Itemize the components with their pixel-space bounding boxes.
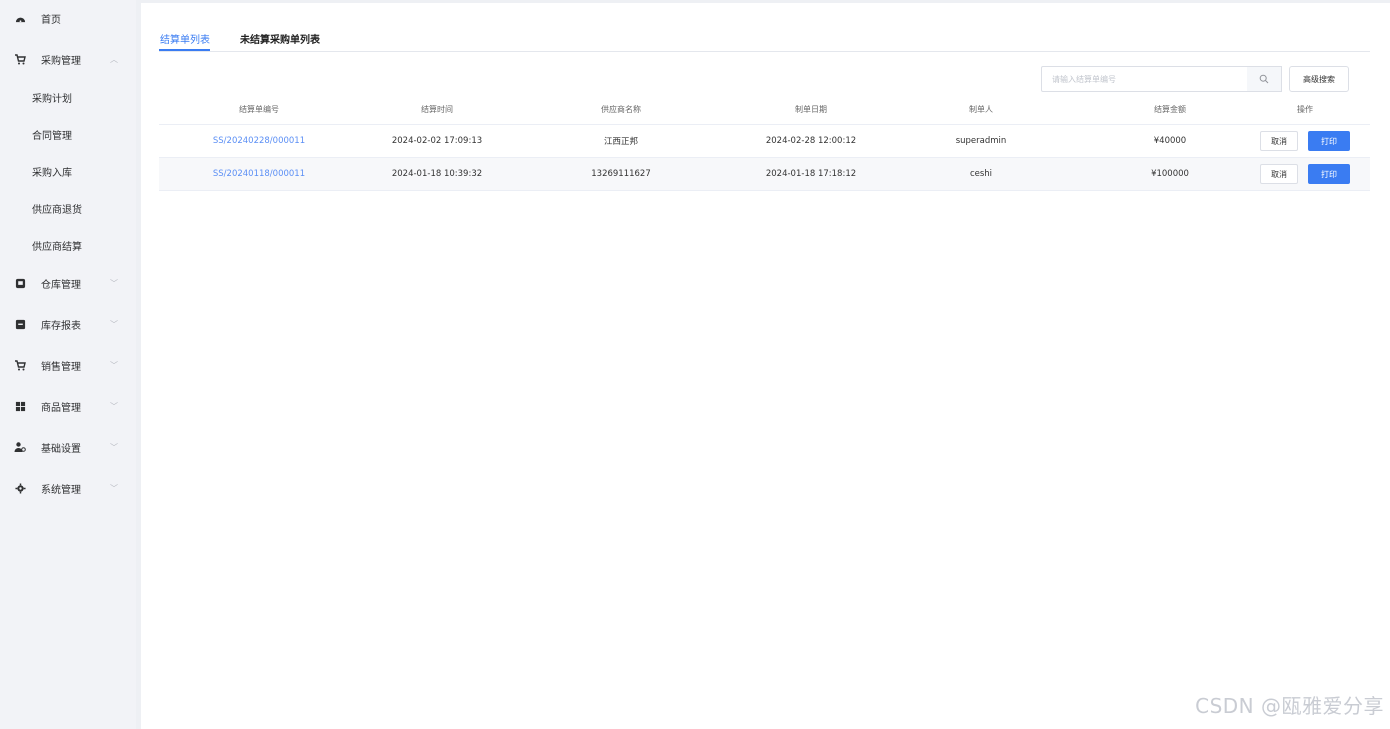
sidebar-subitem-purchase-plan[interactable]: 采购计划 (0, 80, 136, 114)
cancel-button[interactable]: 取消 (1260, 164, 1298, 184)
chevron-down-icon: ﹀ (110, 278, 118, 288)
users-icon (14, 441, 26, 453)
chevron-down-icon: ﹀ (110, 319, 118, 329)
sidebar-item-products[interactable]: 商品管理 ﹀ (0, 389, 136, 423)
sidebar-subitem-label: 采购入库 (32, 167, 72, 179)
watermark: CSDN @瓯雅爱分享 (1195, 694, 1384, 718)
sidebar-item-label: 采购管理 (41, 55, 81, 67)
row-actions: 取消 打印 (1240, 125, 1370, 157)
sidebar-item-label: 销售管理 (41, 361, 81, 373)
settlement-id-link[interactable]: SS/20240118/000011 (159, 158, 359, 190)
sidebar-subitem-label: 采购计划 (32, 93, 72, 105)
column-header: 操作 (1297, 104, 1313, 114)
chevron-down-icon: ﹀ (110, 360, 118, 370)
table-header: 结算单编号 结算时间 供应商名称 制单日期 制单人 结算金额 操作 (159, 94, 1370, 125)
table-row: SS/20240118/000011 2024-01-18 10:39:32 1… (159, 158, 1370, 191)
search-icon (1259, 74, 1269, 84)
sidebar-item-home[interactable]: 首页 (0, 1, 136, 35)
sidebar-subitem-label: 合同管理 (32, 130, 72, 142)
sidebar-item-sales[interactable]: 销售管理 ﹀ (0, 348, 136, 382)
report-icon (14, 318, 26, 330)
sidebar: 首页 采购管理 ︿ 采购计划 合同管理 采购入库 供应商退货 供应商结算 仓库管… (0, 0, 136, 729)
settlement-time: 2024-01-18 10:39:32 (391, 169, 483, 179)
supplier-name: 13269111627 (591, 169, 651, 179)
search-button[interactable] (1247, 66, 1282, 92)
tab-bar: 结算单列表 未结算采购单列表 (159, 25, 1370, 52)
sidebar-item-label: 首页 (41, 14, 61, 26)
sales-cart-icon (14, 359, 26, 371)
advanced-search-button[interactable]: 高级搜索 (1289, 66, 1349, 92)
sidebar-item-label: 商品管理 (41, 402, 81, 414)
search-field (1041, 66, 1249, 92)
sidebar-subitem-contract[interactable]: 合同管理 (0, 117, 136, 151)
print-button[interactable]: 打印 (1308, 164, 1350, 184)
sidebar-subitem-label: 供应商退货 (32, 204, 82, 216)
table-row: SS/20240228/000011 2024-02-02 17:09:13 江… (159, 125, 1370, 158)
sidebar-item-basic-settings[interactable]: 基础设置 ﹀ (0, 430, 136, 464)
sidebar-item-warehouse[interactable]: 仓库管理 ﹀ (0, 266, 136, 300)
sidebar-item-purchase[interactable]: 采购管理 ︿ (0, 42, 136, 76)
settlement-id-link[interactable]: SS/20240228/000011 (159, 125, 359, 157)
supplier-name: 江西正邦 (603, 137, 638, 147)
sidebar-item-label: 系统管理 (41, 484, 81, 496)
column-header: 供应商名称 (601, 104, 641, 114)
sidebar-item-label: 基础设置 (41, 443, 81, 455)
chevron-down-icon: ﹀ (110, 401, 118, 411)
settlement-time: 2024-02-02 17:09:13 (391, 136, 483, 146)
chevron-down-icon: ﹀ (110, 442, 118, 452)
active-tab-indicator (159, 49, 210, 51)
tab-unsettled-purchase-list[interactable]: 未结算采购单列表 (240, 31, 320, 46)
chevron-up-icon: ︿ (110, 54, 118, 64)
column-header: 制单人 (969, 104, 993, 114)
sidebar-subitem-label: 供应商结算 (32, 241, 82, 253)
main-panel: 结算单列表 未结算采购单列表 高级搜索 结算单编号 结算时间 供应商名称 制单日… (141, 3, 1390, 729)
warehouse-icon (14, 277, 26, 289)
sidebar-item-inventory-report[interactable]: 库存报表 ﹀ (0, 307, 136, 341)
maker: superadmin (955, 136, 1007, 146)
cart-icon (14, 53, 26, 65)
sidebar-item-label: 仓库管理 (41, 279, 81, 291)
tab-settlement-list[interactable]: 结算单列表 (160, 31, 210, 46)
sidebar-item-system[interactable]: 系统管理 ﹀ (0, 471, 136, 505)
column-header: 结算单编号 (239, 104, 279, 114)
print-button[interactable]: 打印 (1308, 131, 1350, 151)
chevron-down-icon: ﹀ (110, 483, 118, 493)
sidebar-subitem-supplier-return[interactable]: 供应商退货 (0, 191, 136, 225)
sidebar-item-label: 库存报表 (41, 320, 81, 332)
cancel-button[interactable]: 取消 (1260, 131, 1298, 151)
search-input[interactable] (1050, 71, 1244, 87)
sidebar-subitem-purchase-inbound[interactable]: 采购入库 (0, 154, 136, 188)
dashboard-icon (14, 12, 26, 24)
sidebar-subitem-supplier-settlement[interactable]: 供应商结算 (0, 228, 136, 262)
gear-icon (14, 482, 26, 494)
row-actions: 取消 打印 (1240, 158, 1370, 190)
grid-icon (14, 400, 26, 412)
column-header: 结算时间 (421, 104, 453, 114)
maker: ceshi (969, 169, 993, 179)
